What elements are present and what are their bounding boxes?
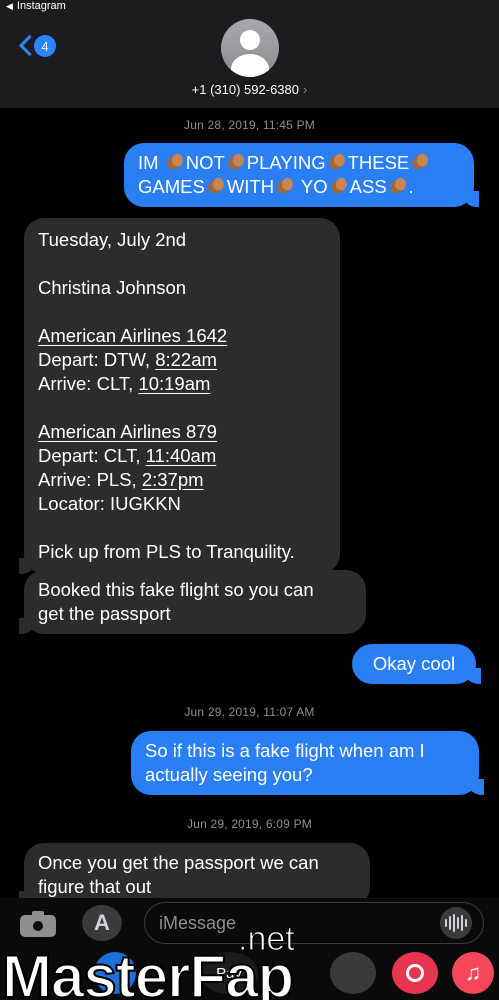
time-link[interactable]: 10:19am xyxy=(138,373,210,394)
time-link[interactable]: 2:37pm xyxy=(142,469,204,490)
chevron-left-icon xyxy=(18,34,32,58)
clapping-hands-icon xyxy=(410,153,430,171)
message-bubble-sent[interactable]: So if this is a fake flight when am I ac… xyxy=(131,731,484,795)
time-link[interactable]: 11:40am xyxy=(146,445,217,466)
clapping-hands-icon xyxy=(275,177,295,195)
flight-link[interactable]: American Airlines 879 xyxy=(38,420,326,444)
back-to-app-link[interactable]: ◀ Instagram xyxy=(6,0,66,12)
back-app-label: Instagram xyxy=(16,0,66,12)
clapping-hands-icon xyxy=(226,153,246,171)
message-bubble-sent[interactable]: Okay cool xyxy=(352,644,481,684)
clapping-hands-icon xyxy=(388,177,408,195)
back-button[interactable]: 4 xyxy=(18,34,56,58)
contact-name[interactable]: +1 (310) 592-6380 › xyxy=(0,82,499,97)
timestamp: Jun 29, 2019, 11:07 AM xyxy=(184,705,315,719)
passenger-name: Christina Johnson xyxy=(38,277,187,298)
message-bubble-sent[interactable]: IM NOT PLAYING THESE GAMES WITH YO ASS. xyxy=(124,143,479,207)
timestamp: Jun 29, 2019, 6:09 PM xyxy=(187,817,312,831)
person-head-icon xyxy=(240,30,260,50)
timestamp: Jun 28, 2019, 11:45 PM xyxy=(184,118,315,132)
clapping-hands-icon xyxy=(165,153,185,171)
locator-text: Locator: IUGKKN xyxy=(38,493,181,514)
message-bubble-received[interactable]: Booked this fake flight so you can get t… xyxy=(19,570,366,634)
back-triangle-icon: ◀ xyxy=(6,0,13,11)
chevron-right-icon: › xyxy=(303,82,308,97)
contact-number: +1 (310) 592-6380 xyxy=(191,82,299,97)
person-body-icon xyxy=(231,54,269,77)
pickup-text: Pick up from PLS to Tranquility. xyxy=(38,541,295,562)
watermark: .net MasterFap xyxy=(0,920,499,1000)
contact-avatar[interactable] xyxy=(221,19,279,77)
clapping-hands-icon xyxy=(327,153,347,171)
clapping-hands-icon xyxy=(329,177,349,195)
watermark-text: MasterFap xyxy=(1,942,295,1000)
conversation-header: ◀ Instagram 4 +1 (310) 592-6380 › xyxy=(0,0,499,108)
flight-link[interactable]: American Airlines 1642 xyxy=(38,324,326,348)
message-bubble-received[interactable]: Tuesday, July 2nd Christina Johnson Amer… xyxy=(19,218,340,574)
clapping-hands-icon xyxy=(206,177,226,195)
time-link[interactable]: 8:22am xyxy=(155,349,217,370)
itinerary-date: Tuesday, July 2nd xyxy=(38,229,187,250)
